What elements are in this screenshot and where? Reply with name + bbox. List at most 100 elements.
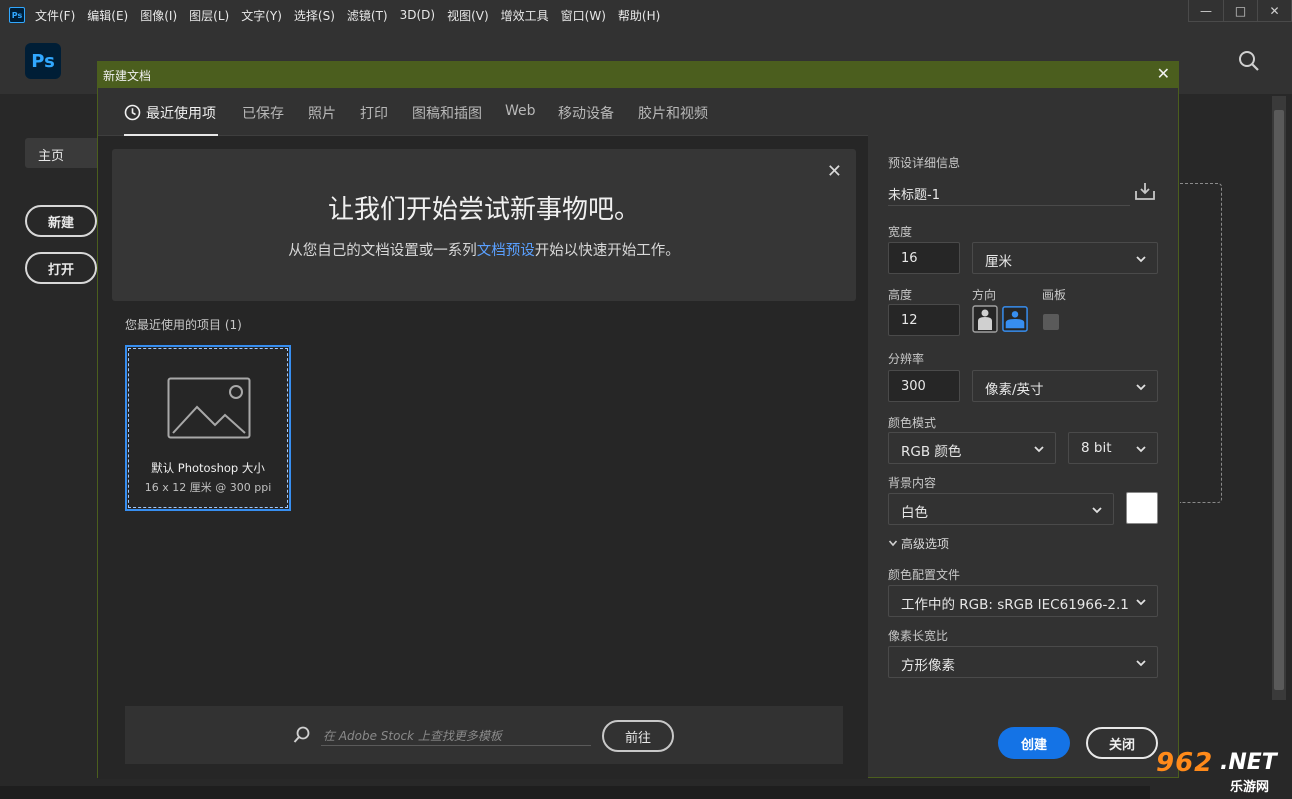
color-mode-select[interactable]: RGB 颜色 <box>888 432 1056 464</box>
resolution-unit-select[interactable]: 像素/英寸 <box>972 370 1158 402</box>
watermark-sub: 乐游网 <box>1230 780 1270 795</box>
banner-title: 让我们开始尝试新事物吧。 <box>327 195 640 225</box>
new-button[interactable]: 新建 <box>25 205 97 237</box>
tab-photo[interactable]: 照片 <box>308 103 336 123</box>
artboard-checkbox[interactable] <box>1043 314 1059 330</box>
chevron-down-icon <box>1092 507 1102 514</box>
tab-recent[interactable]: 最近使用项 <box>124 103 216 123</box>
background-select[interactable]: 白色 <box>888 493 1114 525</box>
preset-card[interactable]: 默认 Photoshop 大小 16 x 12 厘米 @ 300 ppi <box>125 345 291 511</box>
image-placeholder-icon <box>167 377 251 439</box>
chevron-down-icon <box>1136 599 1146 606</box>
search-icon <box>293 726 310 743</box>
menu-help[interactable]: 帮助(H) <box>618 7 660 24</box>
landscape-icon[interactable] <box>1002 305 1028 333</box>
dialog-titlebar: 新建文档 ✕ <box>98 62 1178 88</box>
home-tab[interactable]: 主页 <box>25 138 100 168</box>
document-name-input[interactable]: 未标题-1 <box>888 176 1130 206</box>
welcome-banner: 让我们开始尝试新事物吧。 从您自己的文档设置或一系列文档预设开始以快速开始工作。… <box>112 149 856 301</box>
artboard-label: 画板 <box>1042 288 1067 302</box>
menu-edit[interactable]: 编辑(E) <box>87 7 128 24</box>
clock-icon <box>124 104 141 121</box>
menu-plugins[interactable]: 增效工具 <box>501 7 549 24</box>
advanced-options-toggle[interactable]: 高级选项 <box>888 535 949 552</box>
height-input[interactable]: 12 <box>888 304 960 336</box>
tab-art-illustration[interactable]: 图稿和插图 <box>412 103 482 123</box>
menu-layer[interactable]: 图层(L) <box>189 7 229 24</box>
stock-search-input[interactable]: 在 Adobe Stock 上查找更多模板 <box>321 718 591 746</box>
preset-size: 16 x 12 厘米 @ 300 ppi <box>144 481 272 494</box>
color-profile-value: 工作中的 RGB: sRGB IEC61966-2.1 <box>901 597 1129 613</box>
presets-area: 让我们开始尝试新事物吧。 从您自己的文档设置或一系列文档预设开始以快速开始工作。… <box>98 136 868 779</box>
banner-subtitle-text: 从您自己的文档设置或一系列 <box>288 243 477 259</box>
preset-details-heading: 预设详细信息 <box>888 156 961 170</box>
save-preset-icon[interactable] <box>1134 181 1156 201</box>
bit-depth-value: 8 bit <box>1081 440 1112 456</box>
adobe-stock-bar: 在 Adobe Stock 上查找更多模板 前往 <box>125 706 843 764</box>
menu-3d[interactable]: 3D(D) <box>400 8 435 22</box>
search-icon[interactable] <box>1238 50 1260 72</box>
unit-value: 厘米 <box>985 254 1012 270</box>
dialog-close-icon[interactable]: ✕ <box>1157 65 1170 83</box>
width-input[interactable]: 16 <box>888 242 960 274</box>
go-button[interactable]: 前往 <box>602 720 674 752</box>
chevron-down-icon <box>1034 446 1044 453</box>
bit-depth-select[interactable]: 8 bit <box>1068 432 1158 464</box>
preset-name: 默认 Photoshop 大小 <box>151 461 265 475</box>
background-color-swatch[interactable] <box>1126 492 1158 524</box>
menu-file[interactable]: 文件(F) <box>35 7 75 24</box>
resolution-unit-value: 像素/英寸 <box>985 382 1044 398</box>
create-button[interactable]: 创建 <box>998 727 1070 759</box>
tab-mobile[interactable]: 移动设备 <box>558 103 614 123</box>
resolution-label: 分辨率 <box>888 352 925 366</box>
scrollbar[interactable] <box>1272 96 1286 700</box>
close-button[interactable]: 关闭 <box>1086 727 1158 759</box>
height-label: 高度 <box>888 288 913 302</box>
menu-view[interactable]: 视图(V) <box>447 7 489 24</box>
tab-recent-label: 最近使用项 <box>146 106 216 122</box>
unit-select[interactable]: 厘米 <box>972 242 1158 274</box>
chevron-down-icon <box>1136 446 1146 453</box>
chevron-down-icon <box>1136 256 1146 263</box>
dialog-title: 新建文档 <box>103 68 152 83</box>
maximize-button[interactable]: □ <box>1223 0 1257 21</box>
tab-saved[interactable]: 已保存 <box>242 103 284 123</box>
banner-close-icon[interactable]: ✕ <box>827 161 842 182</box>
preset-tabs: 最近使用项 已保存 照片 打印 图稿和插图 Web 移动设备 胶片和视频 <box>98 88 868 136</box>
portrait-icon[interactable] <box>972 305 998 333</box>
menu-window[interactable]: 窗口(W) <box>561 7 606 24</box>
window-close-button[interactable]: ✕ <box>1257 0 1291 21</box>
menu-image[interactable]: 图像(I) <box>140 7 177 24</box>
watermark-number: 962 <box>1156 748 1214 778</box>
color-profile-label: 颜色配置文件 <box>888 568 961 582</box>
color-mode-value: RGB 颜色 <box>901 444 962 460</box>
background-label: 背景内容 <box>888 476 937 490</box>
color-profile-select[interactable]: 工作中的 RGB: sRGB IEC61966-2.1 <box>888 585 1158 617</box>
tab-print[interactable]: 打印 <box>360 103 388 123</box>
scrollbar-thumb[interactable] <box>1274 110 1284 690</box>
tab-web[interactable]: Web <box>505 103 536 119</box>
minimize-button[interactable]: — <box>1189 0 1223 21</box>
pixel-aspect-select[interactable]: 方形像素 <box>888 646 1158 678</box>
banner-subtitle-text-end: 开始以快速开始工作。 <box>534 243 680 259</box>
menu-bar: Ps 文件(F) 编辑(E) 图像(I) 图层(L) 文字(Y) 选择(S) 滤… <box>0 0 1292 30</box>
photoshop-logo: Ps <box>25 43 61 79</box>
background-value: 白色 <box>901 505 928 521</box>
banner-subtitle: 从您自己的文档设置或一系列文档预设开始以快速开始工作。 <box>112 239 856 260</box>
tab-film-video[interactable]: 胶片和视频 <box>638 103 708 123</box>
menu-select[interactable]: 选择(S) <box>294 7 335 24</box>
menu-type[interactable]: 文字(Y) <box>241 7 282 24</box>
open-button[interactable]: 打开 <box>25 252 97 284</box>
orientation-label: 方向 <box>972 288 997 302</box>
bottom-strip <box>0 786 1150 799</box>
document-presets-link[interactable]: 文档预设 <box>477 243 535 259</box>
menu-filter[interactable]: 滤镜(T) <box>347 7 388 24</box>
preset-details-panel: 预设详细信息 未标题-1 宽度 16 厘米 高度 12 方向 画板 分辨率 30… <box>868 88 1178 777</box>
color-mode-label: 颜色模式 <box>888 416 937 430</box>
pixel-aspect-label: 像素长宽比 <box>888 629 949 643</box>
advanced-options-label: 高级选项 <box>901 537 950 551</box>
pixel-aspect-value: 方形像素 <box>901 658 955 674</box>
site-watermark: 962 .NET 乐游网 <box>1150 748 1290 796</box>
background-drop-zone <box>1180 183 1222 503</box>
resolution-input[interactable]: 300 <box>888 370 960 402</box>
